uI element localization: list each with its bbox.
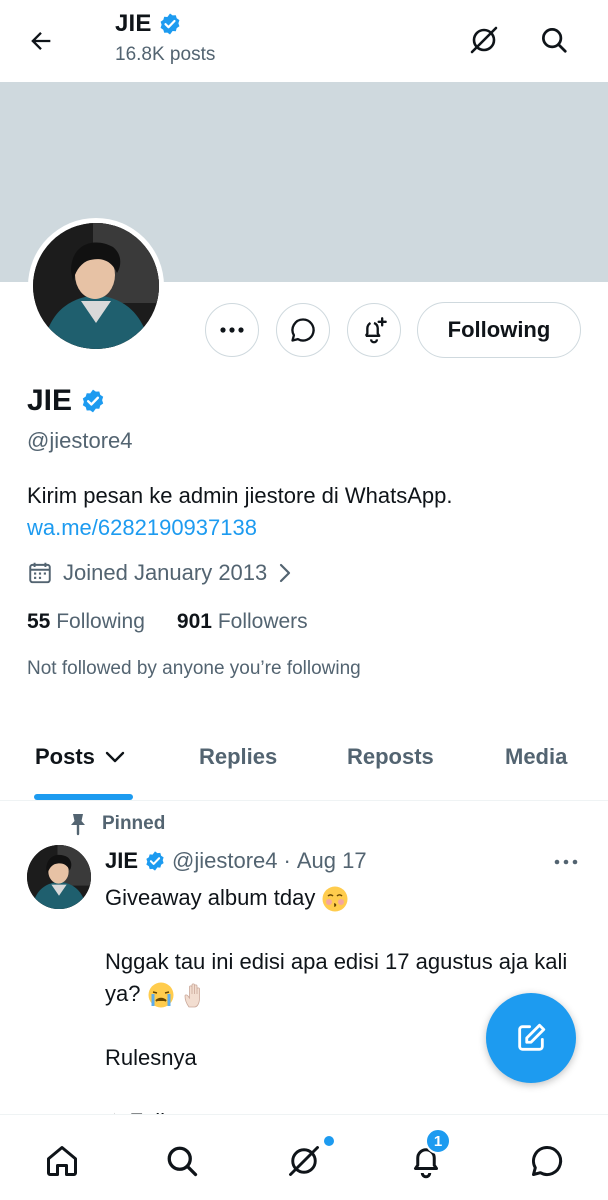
compose-button[interactable] [486,993,576,1083]
chevron-down-icon [105,751,125,763]
bottom-navigation [0,1114,608,1200]
follow-stats: 55 Following 901 Followers [27,610,308,634]
pinned-text: Pinned [102,813,166,834]
following-label: Following [56,610,145,633]
back-button[interactable] [20,20,62,62]
not-followed-note: Not followed by anyone you’re following [27,658,361,679]
profile-bio: Kirim pesan ke admin jiestore di WhatsAp… [27,480,453,544]
following-button[interactable]: Following [417,302,581,358]
followers-label: Followers [217,610,308,633]
profile-name: JIE [27,384,106,418]
more-icon [220,327,244,333]
header-name: JIE [115,10,152,37]
nav-grok[interactable] [282,1139,326,1183]
tweet-more-button[interactable] [548,848,584,876]
raised-hand-emoji-icon [184,983,200,1008]
tweet-avatar-photo [27,845,91,909]
chat-icon [532,1145,563,1176]
nav-messages[interactable] [525,1139,569,1183]
kissing-face-emoji-icon [322,886,348,912]
nav-search[interactable] [160,1139,204,1183]
search-button[interactable] [532,18,576,62]
followers-count: 901 [176,610,212,633]
tweet-line-2-text: Nggak tau ini edisi apa edisi 17 agustus… [105,949,568,1006]
grok-button[interactable] [462,18,506,62]
tab-posts-label: Posts [35,744,95,769]
bio-text: Kirim pesan ke admin jiestore di WhatsAp… [27,483,453,508]
profile-avatar[interactable] [33,223,159,349]
posts-count: 16.8K posts [115,44,216,65]
notification-badge: 1 [425,1128,451,1154]
avatar-photo [33,223,159,349]
more-icon [554,859,578,865]
grok-icon [470,26,498,54]
search-icon [167,1146,198,1177]
following-stat[interactable]: 55 Following [27,610,145,634]
following-count: 55 [27,610,51,633]
message-icon [291,318,315,342]
more-options-button[interactable] [205,303,259,357]
tweet-author[interactable]: JIE [105,848,138,874]
grok-new-dot [322,1134,336,1148]
header-title-block: JIE 16.8K posts [115,10,215,66]
back-arrow-icon [31,32,51,50]
tab-posts[interactable]: Posts [35,744,125,770]
tweet-avatar[interactable] [27,845,91,909]
calendar-icon [29,562,51,584]
notification-subscribe-button[interactable] [347,303,401,357]
search-icon [542,28,567,53]
tweet-date[interactable]: Aug 17 [297,848,367,874]
pinned-label: Pinned [68,812,165,836]
followers-stat[interactable]: 901 Followers [177,610,308,634]
notification-plus-icon [364,317,387,344]
active-tab-indicator [34,794,133,800]
top-bar [0,0,608,82]
profile-handle: @jiestore4 [27,428,133,453]
home-icon [47,1146,77,1176]
tweet-line-1: Giveaway album tday [105,882,575,914]
verified-badge-icon [160,13,180,35]
tweet-header: JIE @jiestore4 · Aug 17 [105,848,367,874]
grok-icon [289,1146,319,1176]
profile-name-text: JIE [27,384,73,417]
verified-badge-icon [146,851,164,871]
compose-icon [518,1023,546,1051]
tweet-handle: @jiestore4 [172,848,278,873]
tab-reposts[interactable]: Reposts [347,744,434,770]
joined-text: Joined January 2013 [63,560,268,585]
pin-icon [71,814,85,836]
profile-tabs: Posts Replies Reposts Media [0,728,608,801]
tweet-separator: · [283,848,291,873]
verified-badge-icon [82,389,104,413]
tab-media[interactable]: Media [505,744,567,770]
tab-replies[interactable]: Replies [199,744,277,770]
tweet-line-1-text: Giveaway album tday [105,885,316,910]
joined-date[interactable]: Joined January 2013 [27,560,293,586]
message-button[interactable] [276,303,330,357]
chevron-right-icon [280,563,291,583]
header-title: JIE [115,10,215,38]
crying-face-emoji-icon [148,982,174,1008]
bio-link[interactable]: wa.me/6282190937138 [27,512,453,544]
nav-home[interactable] [40,1139,84,1183]
